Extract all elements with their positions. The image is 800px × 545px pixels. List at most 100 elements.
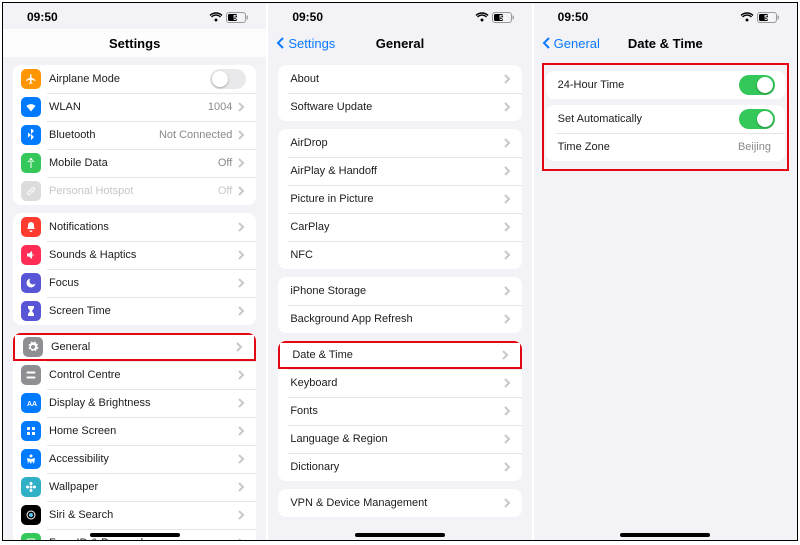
row-siri-search[interactable]: Siri & Search	[13, 501, 256, 529]
row-detail: 1004	[208, 101, 232, 113]
row-pip[interactable]: Picture in Picture	[278, 185, 521, 213]
row-24-hour-time[interactable]: 24-Hour Time	[546, 71, 785, 99]
bell-icon	[21, 217, 41, 237]
battery-icon: 53	[757, 12, 779, 23]
row-general[interactable]: General	[13, 333, 256, 361]
wifi-icon	[209, 12, 223, 22]
chevron-right-icon	[236, 426, 246, 436]
row-fonts[interactable]: Fonts	[278, 397, 521, 425]
chevron-right-icon	[502, 138, 512, 148]
siri-icon	[21, 505, 41, 525]
screen-date-time: 09:50 53 General Date & Time 24-Hour Tim…	[534, 3, 797, 540]
row-time-zone[interactable]: Time Zone Beijing	[546, 133, 785, 161]
back-label: General	[554, 36, 600, 51]
row-label: Sounds & Haptics	[49, 249, 236, 261]
row-label: Screen Time	[49, 305, 236, 317]
chevron-right-icon	[502, 314, 512, 324]
chevron-right-icon	[502, 378, 512, 388]
settings-group-connectivity: Airplane Mode WLAN 1004 Bluetooth Not Co…	[13, 65, 256, 205]
person-icon	[21, 449, 41, 469]
back-button[interactable]: Settings	[274, 36, 335, 51]
nav-bar: Settings General	[268, 29, 531, 57]
page-title: Date & Time	[628, 36, 703, 51]
row-date-time[interactable]: Date & Time	[278, 341, 521, 369]
chevron-right-icon	[502, 194, 512, 204]
row-focus[interactable]: Focus	[13, 269, 256, 297]
toggle-set-auto[interactable]	[739, 109, 775, 129]
chevron-right-icon	[236, 538, 246, 540]
row-iphone-storage[interactable]: iPhone Storage	[278, 277, 521, 305]
toggle-24-hour[interactable]	[739, 75, 775, 95]
row-label: AirPlay & Handoff	[290, 165, 501, 177]
chevron-right-icon	[236, 222, 246, 232]
home-indicator[interactable]	[355, 533, 445, 537]
row-software-update[interactable]: Software Update	[278, 93, 521, 121]
svg-text:53: 53	[499, 15, 507, 22]
row-bluetooth[interactable]: Bluetooth Not Connected	[13, 121, 256, 149]
row-notifications[interactable]: Notifications	[13, 213, 256, 241]
page-title: Settings	[109, 36, 160, 51]
row-airdrop[interactable]: AirDrop	[278, 129, 521, 157]
row-label: Focus	[49, 277, 236, 289]
chevron-right-icon	[502, 250, 512, 260]
row-language[interactable]: Language & Region	[278, 425, 521, 453]
row-label: Picture in Picture	[290, 193, 501, 205]
chevron-right-icon	[236, 250, 246, 260]
row-accessibility[interactable]: Accessibility	[13, 445, 256, 473]
row-wlan[interactable]: WLAN 1004	[13, 93, 256, 121]
row-keyboard[interactable]: Keyboard	[278, 369, 521, 397]
row-carplay[interactable]: CarPlay	[278, 213, 521, 241]
row-label: Airplane Mode	[49, 73, 210, 85]
back-label: Settings	[288, 36, 335, 51]
wifi-icon	[740, 12, 754, 22]
row-bg-refresh[interactable]: Background App Refresh	[278, 305, 521, 333]
row-label: WLAN	[49, 101, 208, 113]
toggle-airplane[interactable]	[210, 69, 246, 89]
row-nfc[interactable]: NFC	[278, 241, 521, 269]
chevron-right-icon	[236, 510, 246, 520]
chevron-right-icon	[502, 102, 512, 112]
row-airplay[interactable]: AirPlay & Handoff	[278, 157, 521, 185]
row-label: Keyboard	[290, 377, 501, 389]
battery-icon: 53	[492, 12, 514, 23]
datetime-group-auto: Set Automatically Time Zone Beijing	[546, 105, 785, 161]
moon-icon	[21, 273, 41, 293]
row-about[interactable]: About	[278, 65, 521, 93]
row-screen-time[interactable]: Screen Time	[13, 297, 256, 325]
row-sounds[interactable]: Sounds & Haptics	[13, 241, 256, 269]
chevron-right-icon	[236, 398, 246, 408]
general-group-about: About Software Update	[278, 65, 521, 121]
row-label: Accessibility	[49, 453, 236, 465]
row-dictionary[interactable]: Dictionary	[278, 453, 521, 481]
gear-icon	[23, 337, 43, 357]
row-home-screen[interactable]: Home Screen	[13, 417, 256, 445]
nav-bar: General Date & Time	[534, 29, 797, 57]
general-group-sharing: AirDrop AirPlay & Handoff Picture in Pic…	[278, 129, 521, 269]
chevron-right-icon	[236, 370, 246, 380]
general-group-vpn: VPN & Device Management	[278, 489, 521, 517]
row-airplane-mode[interactable]: Airplane Mode	[13, 65, 256, 93]
row-detail: Not Connected	[159, 129, 232, 141]
chevron-right-icon	[502, 286, 512, 296]
row-vpn[interactable]: VPN & Device Management	[278, 489, 521, 517]
svg-text:AA: AA	[27, 401, 37, 408]
row-display-brightness[interactable]: AA Display & Brightness	[13, 389, 256, 417]
row-label: Bluetooth	[49, 129, 159, 141]
home-indicator[interactable]	[620, 533, 710, 537]
antenna-icon	[21, 153, 41, 173]
general-group-datetime: Date & Time Keyboard Fonts Language & Re…	[278, 341, 521, 481]
back-button[interactable]: General	[540, 36, 600, 51]
row-control-centre[interactable]: Control Centre	[13, 361, 256, 389]
row-mobile-data[interactable]: Mobile Data Off	[13, 149, 256, 177]
chevron-right-icon	[236, 482, 246, 492]
row-label: Dictionary	[290, 461, 501, 473]
flower-icon	[21, 477, 41, 497]
row-set-automatically[interactable]: Set Automatically	[546, 105, 785, 133]
row-wallpaper[interactable]: Wallpaper	[13, 473, 256, 501]
row-label: Personal Hotspot	[49, 185, 218, 197]
status-icons: 53	[475, 12, 514, 23]
status-bar: 09:50 53	[534, 3, 797, 29]
home-indicator[interactable]	[90, 533, 180, 537]
airplane-icon	[21, 69, 41, 89]
row-personal-hotspot[interactable]: Personal Hotspot Off	[13, 177, 256, 205]
